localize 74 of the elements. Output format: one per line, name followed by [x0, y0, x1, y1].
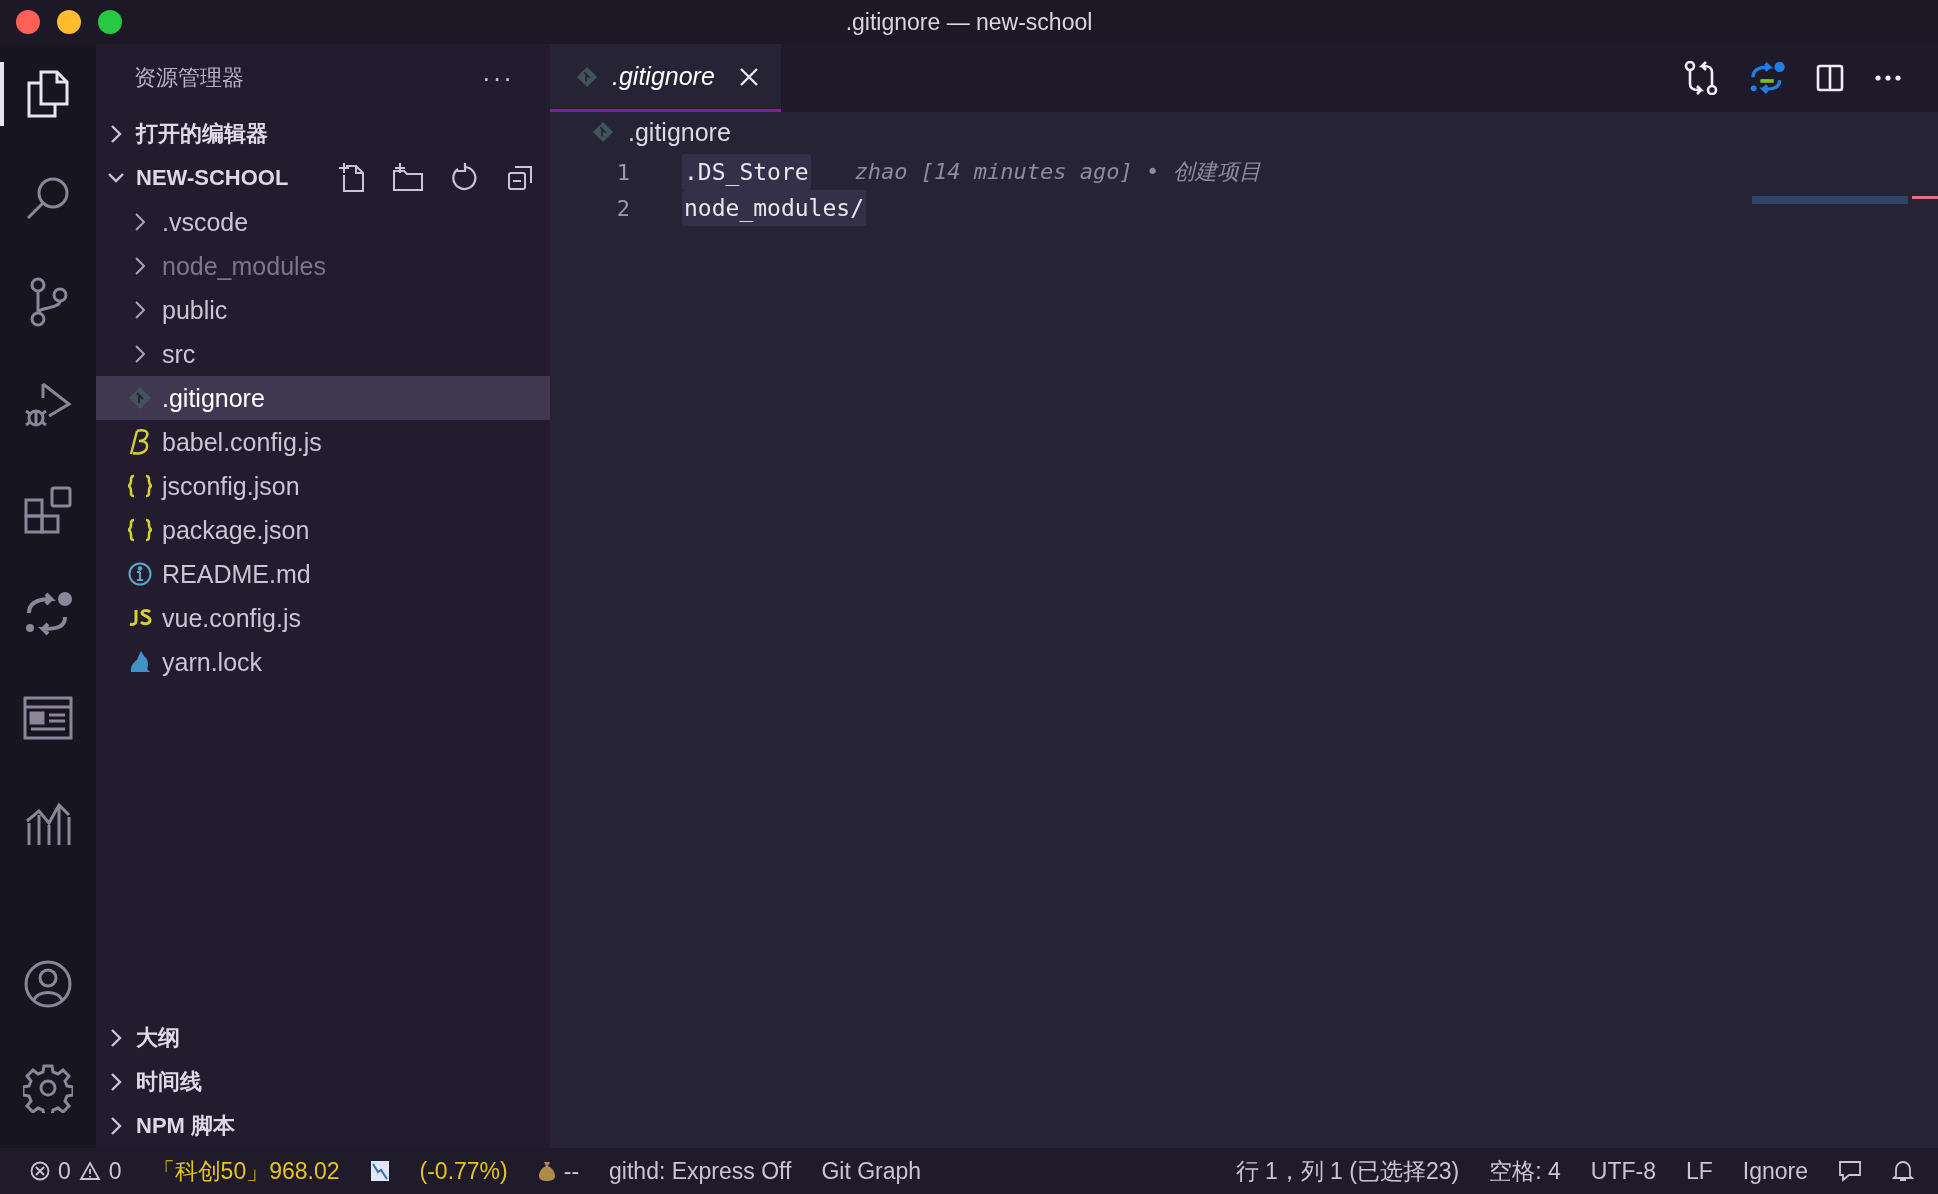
split-editor-icon[interactable] — [1816, 64, 1844, 92]
status-item[interactable]: LF — [1685, 1157, 1713, 1185]
warning-count: 0 — [108, 1157, 122, 1185]
source-control-icon[interactable] — [28, 277, 68, 327]
curly-braces-icon — [127, 474, 153, 498]
status-item[interactable]: 行 1，列 1 (已选择23) — [1235, 1155, 1460, 1187]
settings-icon[interactable] — [23, 1063, 73, 1113]
line-number: 2 — [615, 195, 630, 221]
money-bag-icon — [537, 1160, 556, 1182]
blame-annotation: zhao [14 minutes ago] • 创建项目 — [854, 158, 1261, 186]
file-tree-item[interactable]: .vscode — [96, 200, 550, 244]
scrollbar-marker — [1912, 196, 1938, 199]
git-diamond-icon — [128, 386, 152, 410]
search-icon[interactable] — [25, 175, 71, 221]
section-header[interactable]: 大纲 — [96, 1016, 550, 1060]
chevron-right-icon — [108, 123, 124, 145]
editor-tab[interactable]: .gitignore — [550, 44, 781, 112]
git-diamond-icon — [592, 121, 614, 143]
new-folder-icon[interactable] — [392, 163, 424, 193]
feedback-icon[interactable] — [1838, 1160, 1862, 1182]
fund-status[interactable]: -- — [537, 1157, 580, 1185]
curly-braces-icon — [127, 518, 153, 542]
status-item[interactable]: UTF-8 — [1590, 1157, 1656, 1185]
sidebar-title: 资源管理器 — [134, 64, 244, 92]
chevron-right-icon — [108, 1027, 124, 1049]
account-icon[interactable] — [23, 959, 73, 1009]
more-actions-icon[interactable] — [1874, 74, 1902, 82]
minimize-window-button[interactable] — [57, 10, 81, 34]
files-icon[interactable] — [25, 69, 71, 119]
letter-b-icon — [128, 428, 152, 456]
section-header[interactable]: NEW-SCHOOL — [96, 156, 550, 200]
error-count: 0 — [58, 1157, 71, 1185]
section-header[interactable]: NPM 脚本 — [96, 1104, 550, 1148]
line-number: 1 — [615, 159, 630, 185]
section-header[interactable]: 打开的编辑器 — [96, 112, 550, 156]
compare-changes-icon[interactable] — [1684, 61, 1718, 95]
status-item[interactable]: 空格: 4 — [1489, 1155, 1561, 1187]
new-file-icon[interactable] — [336, 163, 366, 193]
status-item[interactable]: Ignore — [1742, 1157, 1808, 1185]
file-tree-item[interactable]: vue.config.js — [96, 596, 550, 640]
problems-status[interactable]: 0 0 — [30, 1157, 122, 1185]
close-icon[interactable] — [738, 66, 759, 87]
breadcrumb-item[interactable]: .gitignore — [628, 117, 731, 147]
more-actions-button[interactable]: ··· — [482, 62, 514, 94]
file-tree-item[interactable]: package.json — [96, 508, 550, 552]
chevron-right-icon — [108, 1115, 124, 1137]
git-diamond-icon — [576, 65, 598, 88]
file-tree-item[interactable]: README.md — [96, 552, 550, 596]
warning-icon — [78, 1161, 101, 1181]
status-item[interactable]: Git Graph — [821, 1157, 922, 1185]
file-tree-item[interactable]: babel.config.js — [96, 420, 550, 464]
stock-change[interactable]: (-0.77%) — [419, 1157, 508, 1185]
bell-icon[interactable] — [1892, 1159, 1914, 1183]
diff-sync-icon[interactable] — [23, 591, 73, 637]
section-header[interactable]: 时间线 — [96, 1060, 550, 1104]
status-item[interactable]: githd: Express Off — [609, 1157, 792, 1185]
error-icon — [30, 1161, 50, 1181]
window-title: .gitignore — new-school — [845, 8, 1093, 36]
info-icon — [128, 562, 152, 586]
zoom-window-button[interactable] — [98, 10, 122, 34]
file-tree-item[interactable]: .gitignore — [96, 376, 550, 420]
file-tree-item[interactable]: jsconfig.json — [96, 464, 550, 508]
close-window-button[interactable] — [16, 10, 40, 34]
chevron-right-icon — [108, 1071, 124, 1093]
file-tree-item[interactable]: node_modules — [96, 244, 550, 288]
browser-window-icon[interactable] — [23, 695, 73, 741]
diff-sync-icon[interactable] — [1748, 61, 1786, 95]
stock-quote[interactable]: 「科创50」968.02 — [151, 1155, 340, 1187]
extensions-icon[interactable] — [24, 486, 72, 534]
file-tree-item[interactable]: yarn.lock — [96, 640, 550, 684]
js-file-icon — [128, 609, 152, 627]
chart-down-icon — [369, 1160, 390, 1182]
file-tree-item[interactable]: public — [96, 288, 550, 332]
file-tree-item[interactable]: src — [96, 332, 550, 376]
